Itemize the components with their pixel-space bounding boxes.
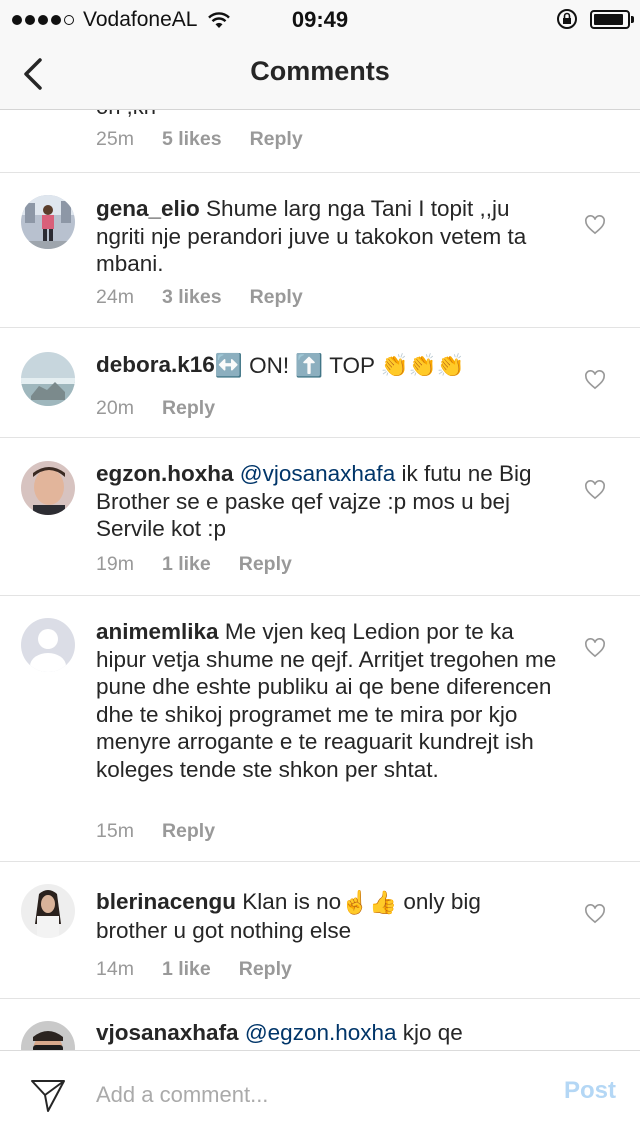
battery-tip — [631, 15, 634, 23]
like-heart-icon[interactable] — [584, 370, 606, 390]
rotation-lock-icon — [557, 9, 577, 29]
reply-button[interactable]: Reply — [250, 286, 303, 309]
comment-input[interactable] — [96, 1075, 526, 1115]
battery-level — [594, 13, 623, 25]
comment-text: kjo qe — [396, 1020, 463, 1045]
mention-link[interactable]: @vjosanaxhafa — [234, 461, 395, 486]
reply-button[interactable]: Reply — [162, 397, 215, 420]
comment-item: animemlika Me vjen keq Ledion por te ka … — [0, 596, 640, 862]
comment-body: vjosanaxhafa @egzon.hoxha kjo qe — [96, 1019, 558, 1047]
comment-item: gena_elio Shume larg nga Tani I topit ,,… — [0, 173, 640, 328]
avatar[interactable] — [21, 195, 75, 249]
like-heart-icon[interactable] — [584, 638, 606, 658]
comment-username[interactable]: debora.k16 — [96, 352, 215, 377]
comment-text: on ,kn — [96, 110, 156, 120]
post-button[interactable]: Post — [564, 1077, 616, 1105]
comment-meta: 19m 1 like Reply — [96, 553, 320, 576]
comment-body: gena_elio Shume larg nga Tani I topit ,,… — [96, 195, 558, 278]
direct-send-icon[interactable] — [28, 1075, 68, 1115]
reply-button[interactable]: Reply — [250, 128, 303, 151]
like-heart-icon[interactable] — [584, 904, 606, 924]
comment-username[interactable]: animemlika — [96, 619, 219, 644]
likes-count[interactable]: 1 like — [162, 958, 211, 981]
mention-link[interactable]: @egzon.hoxha — [239, 1020, 397, 1045]
like-heart-icon[interactable] — [584, 215, 606, 235]
comment-body: animemlika Me vjen keq Ledion por te ka … — [96, 618, 558, 783]
comment-time: 19m — [96, 553, 134, 575]
comment-body: blerinacengu Klan is no☝️👍 only big brot… — [96, 888, 558, 944]
battery-icon — [590, 9, 634, 29]
likes-count[interactable]: 5 likes — [162, 128, 222, 151]
comment-time: 15m — [96, 820, 134, 842]
comment-time: 24m — [96, 286, 134, 308]
comment-partial: on ,kn 25m 5 likes Reply — [0, 110, 640, 173]
nav-bar: Comments — [0, 40, 640, 110]
comment-item: egzon.hoxha @vjosanaxhafa ik futu ne Big… — [0, 438, 640, 596]
comment-body: debora.k16 ↔️ ON! ⬆️ TOP 👏👏👏 — [96, 351, 558, 380]
comment-text: Klan is no — [236, 889, 342, 914]
comment-item: vjosanaxhafa @egzon.hoxha kjo qe — [0, 999, 640, 1050]
comment-item: blerinacengu Klan is no☝️👍 only big brot… — [0, 862, 640, 999]
like-heart-icon[interactable] — [584, 480, 606, 500]
comment-item: debora.k16 ↔️ ON! ⬆️ TOP 👏👏👏 20m Reply — [0, 328, 640, 438]
page-title: Comments — [250, 56, 390, 86]
comment-time: 20m — [96, 397, 134, 419]
comment-meta: 24m 3 likes Reply — [96, 286, 331, 309]
likes-count[interactable]: 3 likes — [162, 286, 222, 309]
avatar[interactable] — [21, 352, 75, 406]
emoji-text: ☝️👍 — [341, 890, 398, 916]
comment-username[interactable]: egzon.hoxha — [96, 461, 234, 486]
likes-count[interactable]: 1 like — [162, 553, 211, 576]
comment-time: 25m — [96, 128, 134, 150]
comment-time: 14m — [96, 958, 134, 980]
avatar[interactable] — [21, 461, 75, 515]
status-bar: VodafoneAL 09:49 — [0, 0, 640, 40]
comment-meta: 25m 5 likes Reply — [96, 128, 331, 151]
comment-meta: 15m Reply — [96, 820, 243, 843]
reply-button[interactable]: Reply — [162, 820, 215, 843]
avatar[interactable] — [21, 618, 75, 672]
avatar[interactable] — [21, 1021, 75, 1050]
comment-meta: 14m 1 like Reply — [96, 958, 320, 981]
comment-body: egzon.hoxha @vjosanaxhafa ik futu ne Big… — [96, 460, 558, 543]
comment-list[interactable]: on ,kn 25m 5 likes Reply gena_elio Shume… — [0, 110, 640, 1050]
emoji-text: ↔️ ON! ⬆️ TOP 👏👏👏 — [214, 353, 465, 379]
reply-button[interactable]: Reply — [239, 553, 292, 576]
comment-username[interactable]: blerinacengu — [96, 889, 236, 914]
clock: 09:49 — [291, 7, 349, 32]
comment-meta: 20m Reply — [96, 397, 243, 420]
avatar[interactable] — [21, 884, 75, 938]
reply-button[interactable]: Reply — [239, 958, 292, 981]
comment-composer: Post — [0, 1050, 640, 1138]
comment-username[interactable]: vjosanaxhafa — [96, 1020, 239, 1045]
comment-username[interactable]: gena_elio — [96, 196, 200, 221]
